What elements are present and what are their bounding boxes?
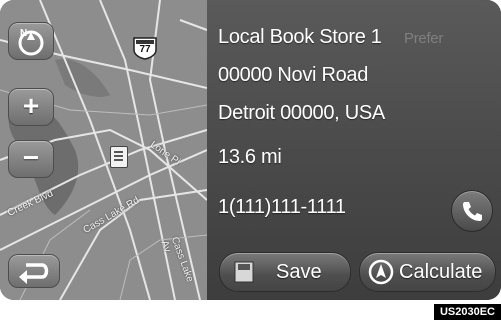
map-view[interactable]: 77 Lone Pi Cass Lake Rd Creek Blvd Cass … xyxy=(0,0,207,300)
poi-pin-icon xyxy=(110,146,128,168)
calculate-button[interactable]: Calculate xyxy=(359,252,496,292)
calculate-button-label: Calculate xyxy=(399,261,483,283)
north-up-button[interactable]: N xyxy=(8,22,54,60)
save-button-label: Save xyxy=(276,261,322,283)
north-up-compass-icon: N xyxy=(18,28,44,56)
image-code: US2030EC xyxy=(433,304,501,320)
save-button[interactable]: Save xyxy=(219,252,351,292)
save-icon xyxy=(234,261,254,283)
route-shield-icon: 77 xyxy=(132,36,158,60)
navigation-screen: 77 Lone Pi Cass Lake Rd Creek Blvd Cass … xyxy=(0,0,501,300)
poi-info-panel: Local Book Store 1 Prefer 00000 Novi Roa… xyxy=(207,0,501,300)
poi-name: Local Book Store 1 xyxy=(218,26,382,48)
zoom-in-icon: + xyxy=(22,90,40,121)
poi-distance: 13.6 mi xyxy=(218,146,282,168)
route-shield-number: 77 xyxy=(139,44,151,55)
call-button[interactable] xyxy=(451,190,493,232)
phone-icon xyxy=(463,202,482,221)
back-icon xyxy=(19,263,49,284)
calculate-icon xyxy=(368,259,394,285)
zoom-out-button[interactable]: − xyxy=(8,140,54,178)
poi-name-ghost-text: Prefer xyxy=(404,30,444,47)
poi-street: 00000 Novi Road xyxy=(218,64,369,86)
poi-city: Detroit 00000, USA xyxy=(218,102,385,124)
back-button[interactable] xyxy=(8,254,60,288)
zoom-out-icon: − xyxy=(22,142,40,173)
svg-text:N: N xyxy=(20,28,27,39)
poi-phone[interactable]: 1(111)111-1111 xyxy=(218,196,346,219)
zoom-in-button[interactable]: + xyxy=(8,88,54,126)
